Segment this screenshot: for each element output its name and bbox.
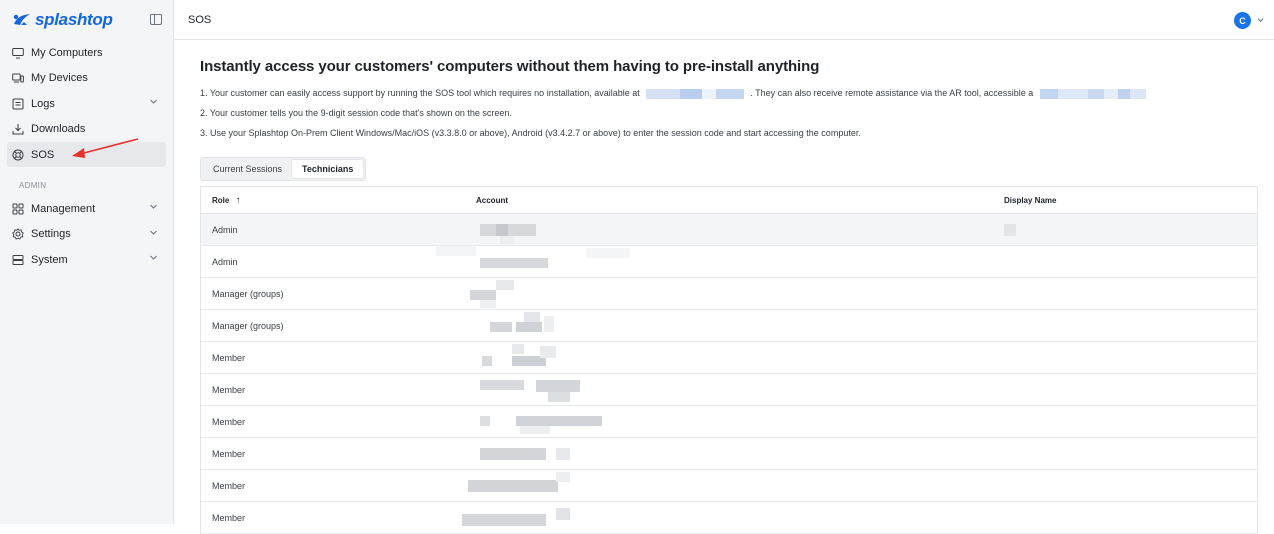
monitor-icon: [12, 47, 24, 59]
cell-role: Member: [212, 448, 246, 459]
logo-row: splashtop: [0, 0, 173, 40]
cell-role: Admin: [212, 224, 238, 235]
column-header-display-name[interactable]: Display Name: [1004, 187, 1257, 213]
sos-icon: [12, 149, 24, 161]
table-row[interactable]: Admin: [201, 246, 1257, 278]
chevron-down-icon[interactable]: [149, 228, 158, 240]
cell-display-name-redacted: [1004, 214, 1257, 245]
redacted-link[interactable]: [1036, 88, 1148, 99]
column-header-account[interactable]: Account: [476, 187, 1004, 213]
sort-ascending-icon[interactable]: ↑: [236, 195, 241, 206]
cell-account-redacted: [462, 502, 1004, 533]
table-row[interactable]: Manager (groups): [201, 310, 1257, 342]
caret-down-icon[interactable]: [1257, 17, 1264, 23]
sidebar-item-system[interactable]: System: [7, 247, 166, 272]
cell-account-redacted: [476, 406, 1004, 437]
cell-role: Member: [212, 384, 246, 395]
sidebar-item-logs[interactable]: Logs: [7, 91, 166, 116]
cell-account-redacted: [476, 438, 1004, 469]
sidebar-item-my-computers[interactable]: My Computers: [7, 40, 166, 65]
splashtop-logo-icon: [13, 14, 30, 25]
table-row[interactable]: Admin: [201, 214, 1257, 246]
main-content: Instantly access your customers' compute…: [200, 40, 1258, 534]
table-row[interactable]: Member: [201, 470, 1257, 502]
admin-section-label: ADMIN: [19, 181, 47, 190]
sidebar-item-label: System: [31, 253, 68, 266]
cell-role: Admin: [212, 256, 238, 267]
instruction-step-3: 3. Use your Splashtop On-Prem Client Win…: [200, 128, 861, 138]
cell-role: Member: [212, 480, 246, 491]
chevron-down-icon[interactable]: [149, 202, 158, 214]
page-heading: Instantly access your customers' compute…: [200, 58, 820, 75]
topbar: SOS: [174, 0, 1274, 40]
sidebar: splashtop My Computers My Devices Logs D…: [0, 0, 174, 524]
avatar[interactable]: C: [1234, 12, 1251, 29]
step-1-text-b: . They can also receive remote assistanc…: [750, 88, 1034, 98]
sidebar-item-my-devices[interactable]: My Devices: [7, 66, 166, 91]
splashtop-logo[interactable]: splashtop: [12, 10, 113, 30]
table-row[interactable]: Member: [201, 374, 1257, 406]
table-row[interactable]: Member: [201, 406, 1257, 438]
chevron-down-icon[interactable]: [149, 97, 158, 109]
sidebar-item-label: Management: [31, 202, 96, 215]
sidebar-item-label: Logs: [31, 97, 55, 110]
cell-role: Manager (groups): [212, 288, 284, 299]
grid-icon: [12, 203, 24, 215]
instruction-step-1: 1. Your customer can easily access suppo…: [200, 83, 1258, 103]
cell-account-redacted: [468, 470, 1004, 501]
gear-icon: [12, 228, 24, 240]
annotation-arrow: [72, 138, 139, 158]
table-header: Role ↑ Account Display Name: [201, 187, 1257, 214]
sidebar-collapse-icon[interactable]: [150, 14, 162, 25]
table-row[interactable]: Member: [201, 438, 1257, 470]
cell-account-redacted: [476, 214, 1004, 245]
redacted-link[interactable]: [642, 88, 750, 99]
page-title: SOS: [188, 13, 212, 26]
instruction-step-2: 2. Your customer tells you the 9-digit s…: [200, 108, 512, 118]
server-icon: [12, 254, 24, 266]
step-1-text-a: 1. Your customer can easily access suppo…: [200, 88, 640, 98]
cell-account-redacted: [476, 342, 1004, 373]
column-header-role[interactable]: Role ↑: [201, 195, 476, 206]
cell-role: Member: [212, 352, 246, 363]
cell-role: Manager (groups): [212, 320, 284, 331]
tab-bar: Current Sessions Technicians: [200, 157, 367, 181]
sidebar-item-label: My Computers: [31, 46, 103, 59]
chevron-down-icon[interactable]: [149, 253, 158, 265]
cell-account-redacted: [436, 246, 1004, 277]
table-row[interactable]: Manager (groups): [201, 278, 1257, 310]
download-icon: [12, 123, 24, 135]
sidebar-item-management[interactable]: Management: [7, 196, 166, 221]
cell-role: Member: [212, 512, 246, 523]
cell-role: Member: [212, 416, 246, 427]
sidebar-item-settings[interactable]: Settings: [7, 222, 166, 247]
cell-account-redacted: [476, 310, 1004, 341]
tab-current-sessions[interactable]: Current Sessions: [203, 160, 292, 178]
instructions: 1. Your customer can easily access suppo…: [200, 83, 1258, 143]
sidebar-item-label: My Devices: [31, 72, 88, 84]
table-row[interactable]: Member: [201, 502, 1257, 534]
sidebar-item-label: Settings: [31, 228, 71, 240]
cell-account-redacted: [476, 374, 1004, 405]
devices-icon: [12, 72, 24, 84]
tab-technicians[interactable]: Technicians: [292, 160, 364, 178]
logs-icon: [12, 98, 24, 110]
brand-name: splashtop: [35, 10, 113, 29]
technicians-table: Role ↑ Account Display Name Admin Admin …: [200, 186, 1258, 534]
table-row[interactable]: Member: [201, 342, 1257, 374]
sidebar-item-label: SOS: [31, 148, 55, 161]
cell-account-redacted: [470, 278, 1004, 309]
